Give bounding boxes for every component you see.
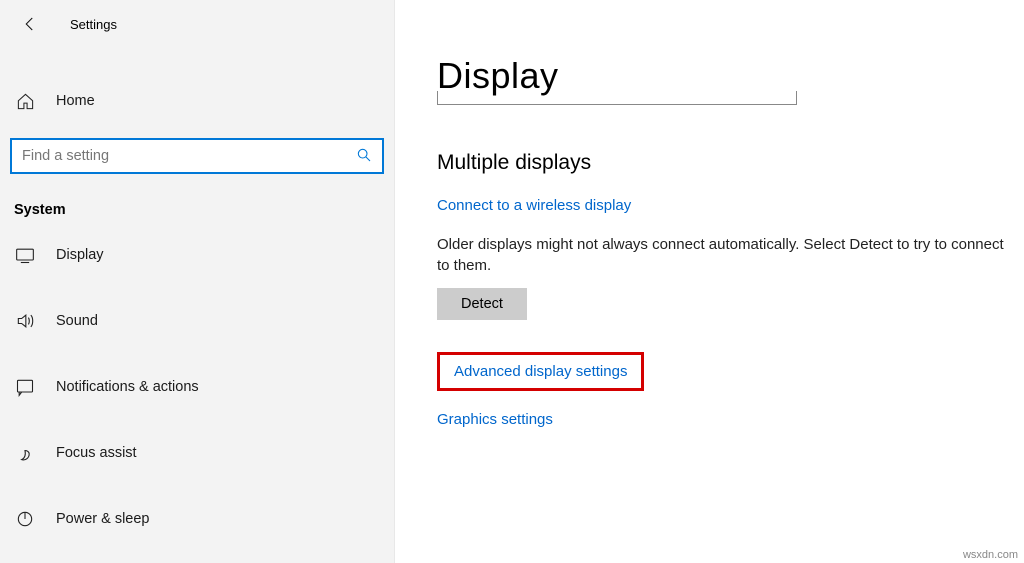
home-label: Home — [56, 93, 95, 109]
wireless-display-link[interactable]: Connect to a wireless display — [437, 197, 631, 214]
sidebar-item-sound[interactable]: Sound — [0, 298, 394, 344]
main-content: Display Multiple displays Connect to a w… — [395, 0, 1024, 563]
older-displays-text: Older displays might not always connect … — [437, 234, 1012, 276]
focus-assist-icon — [14, 442, 36, 464]
highlight-box: Advanced display settings — [437, 352, 644, 391]
sidebar-item-label: Notifications & actions — [56, 379, 199, 395]
sidebar-item-focus-assist[interactable]: Focus assist — [0, 430, 394, 476]
display-icon — [14, 244, 36, 266]
header: Settings — [0, 0, 394, 58]
power-icon — [14, 508, 36, 530]
search-icon — [356, 147, 374, 165]
graphics-settings-link[interactable]: Graphics settings — [437, 411, 553, 428]
search-box[interactable] — [10, 138, 384, 174]
sidebar-item-label: Sound — [56, 313, 98, 329]
sidebar-section-title: System — [0, 196, 394, 232]
notifications-icon — [14, 376, 36, 398]
app-title: Settings — [70, 17, 117, 32]
watermark: wsxdn.com — [963, 549, 1018, 561]
arrow-left-icon — [21, 15, 39, 33]
sidebar-item-label: Power & sleep — [56, 511, 150, 527]
sidebar-item-power-sleep[interactable]: Power & sleep — [0, 496, 394, 542]
advanced-display-link[interactable]: Advanced display settings — [454, 363, 627, 380]
back-button[interactable] — [14, 8, 46, 40]
search-input[interactable] — [22, 148, 356, 164]
sound-icon — [14, 310, 36, 332]
sidebar-item-home[interactable]: Home — [0, 80, 394, 122]
home-icon — [14, 90, 36, 112]
section-heading: Multiple displays — [437, 151, 1012, 175]
sidebar-item-label: Display — [56, 247, 104, 263]
sidebar-item-label: Focus assist — [56, 445, 137, 461]
sidebar: Settings Home System Display Sound — [0, 0, 395, 563]
sidebar-item-notifications[interactable]: Notifications & actions — [0, 364, 394, 410]
sidebar-item-display[interactable]: Display — [0, 232, 394, 278]
detect-button[interactable]: Detect — [437, 288, 527, 320]
